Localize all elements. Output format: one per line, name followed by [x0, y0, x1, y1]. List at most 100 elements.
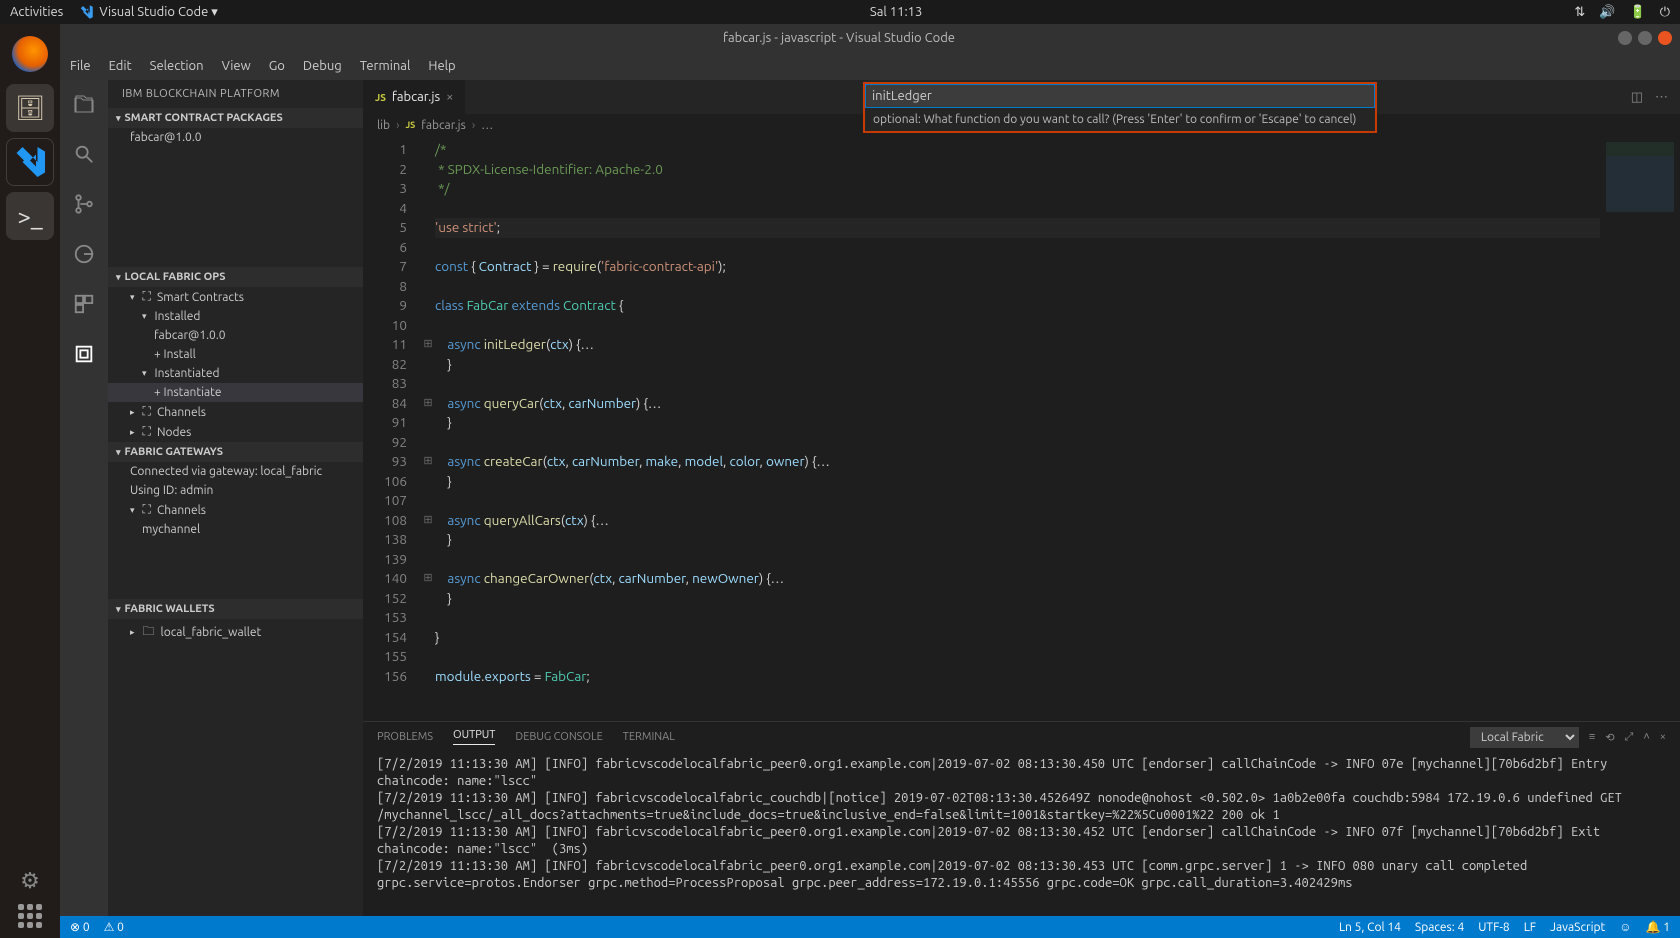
clear-output-icon[interactable]: ≡	[1589, 731, 1595, 743]
close-button[interactable]	[1658, 31, 1672, 45]
status-feedback-icon[interactable]: ☺	[1619, 920, 1631, 934]
menu-file[interactable]: File	[70, 59, 91, 73]
extensions-icon[interactable]	[70, 290, 98, 318]
menu-selection[interactable]: Selection	[150, 59, 204, 73]
panel-fabric-wallets[interactable]: FABRIC WALLETS	[108, 599, 363, 619]
settings-icon[interactable]: ⚙	[20, 868, 40, 894]
split-editor-icon[interactable]: ◫	[1631, 90, 1643, 105]
firefox-icon	[12, 36, 48, 72]
install-action[interactable]: + Install	[108, 345, 363, 364]
titlebar: fabcar.js - javascript - Visual Studio C…	[60, 24, 1680, 52]
panel-tab-debug[interactable]: DEBUG CONSOLE	[515, 731, 602, 743]
installed-item[interactable]: fabcar@1.0.0	[108, 326, 363, 345]
tree-channels[interactable]: ⛶Channels	[108, 402, 363, 422]
fold-gutter[interactable]: ⊞⊞⊞⊞⊞	[421, 136, 435, 721]
output-channel-select[interactable]: Local Fabric	[1470, 727, 1579, 748]
search-icon[interactable]	[70, 140, 98, 168]
menu-edit[interactable]: Edit	[109, 59, 132, 73]
source-control-icon[interactable]	[70, 190, 98, 218]
network-icon[interactable]: ⇅	[1574, 5, 1585, 20]
status-bar: ⊗ 0 ⚠ 0 Ln 5, Col 14 Spaces: 4 UTF-8 LF …	[60, 916, 1680, 938]
close-tab-icon[interactable]: ×	[446, 90, 453, 104]
volume-icon[interactable]: 🔊	[1599, 5, 1615, 20]
terminal-icon: >_	[17, 203, 42, 230]
files-icon: 🗄	[15, 94, 45, 122]
activities-menu[interactable]: Activities	[10, 5, 63, 19]
maximize-button[interactable]	[1638, 31, 1652, 45]
status-spaces[interactable]: Spaces: 4	[1415, 921, 1464, 934]
panel-local-fabric-ops[interactable]: LOCAL FABRIC OPS	[108, 267, 363, 287]
vscode-icon	[12, 144, 48, 180]
bottom-panel: PROBLEMS OUTPUT DEBUG CONSOLE TERMINAL L…	[363, 721, 1680, 916]
code-content[interactable]: /* * SPDX-License-Identifier: Apache-2.0…	[435, 136, 1600, 721]
js-file-icon: JS	[405, 120, 415, 130]
wallet-item[interactable]: 🗀local_fabric_wallet	[108, 619, 363, 646]
status-eol[interactable]: LF	[1524, 921, 1536, 934]
tree-instantiated[interactable]: Instantiated	[108, 364, 363, 383]
panel-fabric-gateways[interactable]: FABRIC GATEWAYS	[108, 442, 363, 462]
panel-smart-contract-packages[interactable]: SMART CONTRACT PACKAGES	[108, 108, 363, 128]
menu-view[interactable]: View	[222, 59, 251, 73]
tree-nodes[interactable]: ⛶Nodes	[108, 422, 363, 442]
battery-icon[interactable]: 🔋	[1630, 5, 1646, 20]
activity-bar	[60, 80, 108, 916]
line-number-gutter: 1234567891011828384919293106107108138139…	[363, 136, 421, 721]
gateway-using-id: Using ID: admin	[108, 481, 363, 500]
input-hint: optional: What function do you want to c…	[865, 108, 1375, 131]
tree-smart-contracts[interactable]: ⛶Smart Contracts	[108, 287, 363, 307]
gateway-channel-item[interactable]: mychannel	[108, 520, 363, 539]
tab-fabcar[interactable]: JS fabcar.js ×	[363, 80, 466, 114]
gateway-channels[interactable]: ⛶Channels	[108, 500, 363, 520]
clock[interactable]: Sal 11:13	[218, 5, 1575, 19]
command-input-overlay: optional: What function do you want to c…	[863, 82, 1377, 133]
editor-area: JS fabcar.js × ◫ ⋯ optional: What functi…	[363, 80, 1680, 916]
launcher-terminal[interactable]: >_	[6, 192, 54, 240]
maximize-panel-icon[interactable]: ˄	[1643, 731, 1649, 743]
panel-tab-terminal[interactable]: TERMINAL	[623, 731, 675, 743]
window-title: fabcar.js - javascript - Visual Studio C…	[60, 31, 1618, 45]
status-warnings[interactable]: ⚠ 0	[104, 920, 124, 934]
explorer-icon[interactable]	[70, 90, 98, 118]
status-encoding[interactable]: UTF-8	[1478, 921, 1509, 934]
active-app-menu[interactable]: Visual Studio Code ▾	[77, 3, 218, 21]
menu-debug[interactable]: Debug	[303, 59, 342, 73]
tree-installed[interactable]: Installed	[108, 307, 363, 326]
close-panel-icon[interactable]: ×	[1660, 731, 1666, 743]
package-item[interactable]: fabcar@1.0.0	[108, 128, 363, 147]
blockchain-icon[interactable]	[70, 340, 98, 368]
menu-go[interactable]: Go	[269, 59, 285, 73]
open-log-icon[interactable]: ⤢	[1625, 731, 1634, 744]
vscode-window: fabcar.js - javascript - Visual Studio C…	[60, 24, 1680, 938]
panel-tabs: PROBLEMS OUTPUT DEBUG CONSOLE TERMINAL L…	[363, 722, 1680, 752]
menu-help[interactable]: Help	[428, 59, 455, 73]
ubuntu-topbar: Activities Visual Studio Code ▾ Sal 11:1…	[0, 0, 1680, 24]
output-content[interactable]: [7/2/2019 11:13:30 AM] [INFO] fabricvsco…	[363, 752, 1680, 916]
power-icon[interactable]: ⏻	[1660, 5, 1670, 20]
function-name-input[interactable]	[865, 84, 1375, 108]
menubar: File Edit Selection View Go Debug Termin…	[60, 52, 1680, 80]
sidebar-title: IBM BLOCKCHAIN PLATFORM	[108, 80, 363, 108]
status-language[interactable]: JavaScript	[1550, 921, 1605, 934]
code-editor[interactable]: 1234567891011828384919293106107108138139…	[363, 136, 1680, 721]
gateway-connected: Connected via gateway: local_fabric	[108, 462, 363, 481]
js-file-icon: JS	[375, 92, 386, 103]
launcher-files[interactable]: 🗄	[6, 84, 54, 132]
minimize-button[interactable]	[1618, 31, 1632, 45]
status-line-col[interactable]: Ln 5, Col 14	[1339, 921, 1401, 934]
menu-terminal[interactable]: Terminal	[360, 59, 411, 73]
panel-tab-problems[interactable]: PROBLEMS	[377, 731, 433, 743]
launcher-vscode[interactable]	[6, 138, 54, 186]
editor-actions-icon[interactable]: ⋯	[1655, 90, 1668, 105]
vscode-icon	[77, 3, 95, 21]
status-notifications-icon[interactable]: 🔔 1	[1646, 920, 1670, 934]
show-applications-icon[interactable]	[18, 904, 42, 928]
launcher-firefox[interactable]	[6, 30, 54, 78]
sidebar: IBM BLOCKCHAIN PLATFORM SMART CONTRACT P…	[108, 80, 363, 916]
lock-scroll-icon[interactable]: ⟲	[1605, 731, 1614, 744]
panel-tab-output[interactable]: OUTPUT	[453, 729, 495, 745]
ubuntu-launcher: 🗄 >_ ⚙	[0, 24, 60, 938]
status-errors[interactable]: ⊗ 0	[70, 920, 90, 934]
instantiate-action[interactable]: + Instantiate	[108, 383, 363, 402]
debug-icon[interactable]	[70, 240, 98, 268]
minimap[interactable]	[1600, 136, 1680, 721]
